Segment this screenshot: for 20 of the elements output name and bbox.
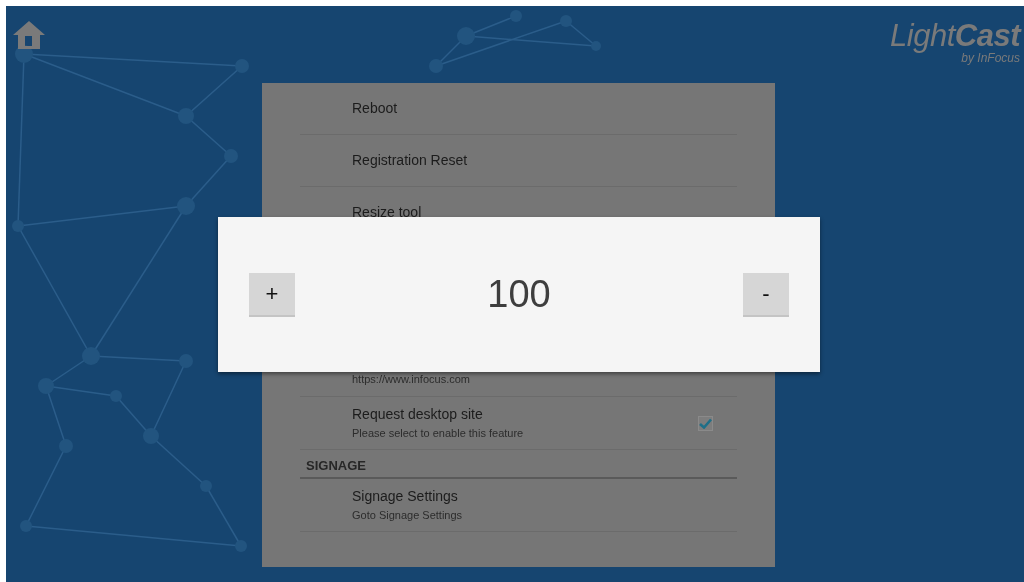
settings-item[interactable]: Reboot: [300, 83, 737, 135]
logo-text: LightCast: [890, 20, 1020, 51]
checkbox[interactable]: [698, 415, 713, 431]
logo-tagline: by InFocus: [961, 52, 1020, 64]
item-title: Request desktop site: [352, 405, 484, 425]
item-title: Reboot: [352, 99, 399, 118]
item-title: Signage Settings: [352, 486, 459, 506]
decrease-button[interactable]: -: [743, 272, 789, 317]
item-subtitle: Goto Signage Settings: [352, 507, 464, 523]
section-header: SIGNAGE: [300, 450, 737, 479]
value-text: 100: [487, 272, 551, 317]
settings-item[interactable]: Signage Settings Goto Signage Settings: [300, 478, 737, 532]
item-subtitle: https://www.infocus.com: [352, 371, 471, 387]
item-title: Registration Reset: [352, 151, 469, 170]
home-icon[interactable]: [12, 20, 46, 50]
settings-item[interactable]: Registration Reset: [300, 135, 737, 187]
settings-item[interactable]: Request desktop site Please select to enable this feature: [300, 397, 737, 450]
increase-button[interactable]: +: [249, 272, 295, 317]
item-title: Resize tool: [352, 203, 423, 222]
item-subtitle: Please select to enable this feature: [352, 426, 525, 442]
